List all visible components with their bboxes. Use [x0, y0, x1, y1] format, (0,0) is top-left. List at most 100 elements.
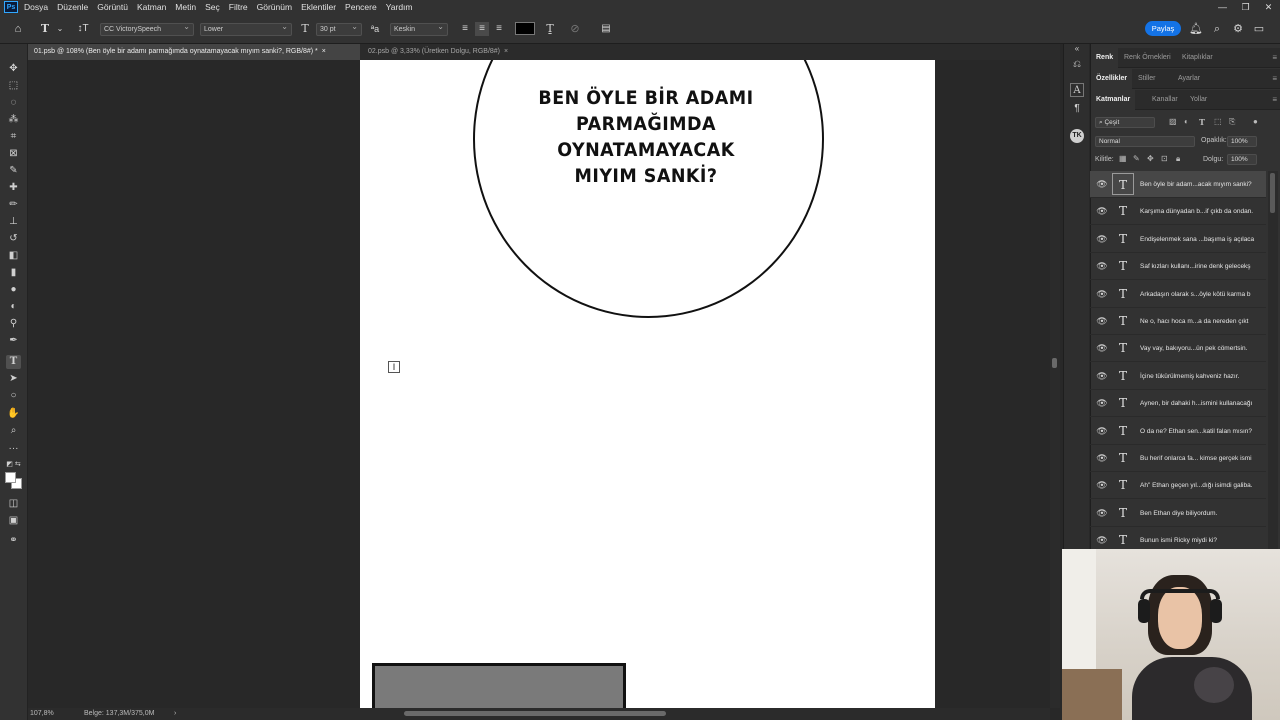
screen-mode-icon[interactable]: ▣ — [6, 514, 21, 528]
menu-goruntu[interactable]: Görüntü — [97, 2, 128, 12]
filter-toggle-icon[interactable]: ● — [1253, 117, 1258, 126]
type-tool-icon[interactable]: T — [6, 355, 21, 369]
eye-icon[interactable]: 👁︎ — [1096, 205, 1108, 217]
filter-type-icon[interactable]: T — [1199, 117, 1205, 127]
gear-icon[interactable]: ⚙ — [1231, 22, 1245, 36]
layer-name[interactable]: Endişelenmek sana ...başıma iş açılaca — [1140, 226, 1264, 253]
chevron-down-icon[interactable]: ⌄ — [53, 22, 67, 36]
home-icon[interactable]: ⌂ — [11, 22, 25, 36]
layer-row[interactable]: 👁︎ T Karşıma dünyadan b...if çıkb da ondan… — [1090, 198, 1266, 226]
layer-name[interactable]: İçine tükürülmemiş kahveniz hazır. — [1140, 363, 1264, 390]
tab-ayarlar[interactable]: Ayarlar — [1173, 69, 1205, 89]
tab-katmanlar[interactable]: Katmanlar — [1091, 90, 1136, 110]
tab-document-02[interactable]: 02.psb @ 3,33% (Üretken Dolgu, RGB/8#) × — [362, 44, 514, 60]
layer-name[interactable]: Ben öyle bir adam...acak mıyım sanki? — [1140, 171, 1264, 198]
scroll-thumb[interactable] — [404, 711, 666, 716]
workspace-icon[interactable]: ▭ — [1252, 22, 1266, 36]
horizontal-scrollbar[interactable] — [188, 708, 1050, 720]
tab-renk-ornekleri[interactable]: Renk Örnekleri — [1119, 48, 1176, 68]
layer-name[interactable]: Ah" Ethan geçen yıl...dığı isimdi galiba… — [1140, 472, 1264, 499]
type-tool-preset-icon[interactable]: T — [38, 22, 52, 36]
layer-row[interactable]: 👁︎ T Vay vay, bakıyoru...ün pek cömertsin. — [1090, 335, 1266, 363]
tab-yollar[interactable]: Yollar — [1185, 90, 1212, 110]
restore-button[interactable]: ❐ — [1234, 0, 1257, 14]
menu-metin[interactable]: Metin — [175, 2, 196, 12]
tab-ozellikler[interactable]: Özellikler — [1091, 69, 1133, 89]
opacity-input[interactable]: 100% — [1227, 136, 1257, 147]
menu-sec[interactable]: Seç — [205, 2, 220, 12]
hand-tool-icon[interactable]: ✋ — [6, 407, 21, 421]
blur-tool-icon[interactable]: ● — [6, 283, 21, 297]
zoom-level[interactable]: 107,8% — [30, 708, 54, 720]
menu-pencere[interactable]: Pencere — [345, 2, 377, 12]
move-tool-icon[interactable]: ✥ — [6, 62, 21, 76]
frame-tool-icon[interactable]: ⊠ — [6, 147, 21, 161]
more-tools-icon[interactable]: ··· — [6, 442, 21, 456]
layer-name[interactable]: Ben Ethan diye biliyordum. — [1140, 500, 1264, 527]
magic-wand-tool-icon[interactable]: ⁂ — [6, 113, 21, 127]
default-colors-icon[interactable]: ◩ ⇆ — [6, 458, 21, 472]
path-selection-tool-icon[interactable]: ➤ — [6, 372, 21, 386]
character-icon[interactable]: A — [1070, 83, 1084, 97]
layer-row[interactable]: 👁︎ T Aynen, bir dahaki h...ismini kullanac… — [1090, 390, 1266, 418]
layer-row[interactable]: 👁︎ T Ben Ethan diye biliyordum. — [1090, 500, 1266, 527]
foreground-color-swatch[interactable] — [5, 472, 16, 483]
panel-menu-icon[interactable]: ≡ — [1272, 69, 1277, 89]
cancel-edit-icon[interactable]: ⊘ — [568, 22, 582, 36]
plugin-icon[interactable]: TK — [1070, 129, 1084, 143]
document-page[interactable]: BEN ÖYLE BİR ADAMI PARMAĞIMDA OYNATAMAYA… — [360, 60, 935, 708]
layer-name[interactable]: Karşıma dünyadan b...if çıkb da ondan. — [1140, 198, 1264, 225]
fill-input[interactable]: 100% — [1227, 154, 1257, 165]
vertical-scrollbar[interactable] — [1050, 60, 1060, 708]
filter-smart-object-icon[interactable]: ⎘ — [1229, 117, 1235, 127]
layer-name[interactable]: O da ne? Ethan sen...katil falan mısın? — [1140, 418, 1264, 445]
eye-icon[interactable]: 👁︎ — [1096, 342, 1108, 354]
tab-kanallar[interactable]: Kanallar — [1147, 90, 1183, 110]
ellipse-tool-icon[interactable]: ○ — [6, 389, 21, 403]
layer-filter-select[interactable]: ⌕ Çeşit — [1095, 117, 1155, 128]
eraser-tool-icon[interactable]: ◧ — [6, 249, 21, 263]
font-family-select[interactable]: CC VictorySpeech — [100, 22, 194, 36]
layer-row[interactable]: 👁︎ T Endişelenmek sana ...başıma iş açılac… — [1090, 226, 1266, 253]
lock-artboard-icon[interactable]: ⊡ — [1161, 154, 1168, 163]
antialias-select[interactable]: Keskin — [390, 22, 448, 36]
menu-gorunum[interactable]: Görünüm — [257, 2, 292, 12]
close-icon[interactable]: × — [322, 48, 326, 55]
layer-row[interactable]: 👁︎ T Ah" Ethan geçen yıl...dığı isimdi gal… — [1090, 472, 1266, 500]
edit-toolbar-icon[interactable]: ⚭ — [6, 534, 21, 548]
tab-kitapliklar[interactable]: Kitaplıklar — [1177, 48, 1218, 68]
lasso-tool-icon[interactable]: ◌ — [6, 96, 21, 110]
layer-name[interactable]: Aynen, bir dahaki h...ismini kullanacağı — [1140, 390, 1264, 417]
layers-scrollbar[interactable] — [1268, 171, 1278, 549]
tab-renk[interactable]: Renk — [1091, 48, 1119, 68]
layer-row[interactable]: 👁︎ T Bu herif onlarca fa... kimse gerçek i… — [1090, 445, 1266, 472]
align-right-icon[interactable]: ≡ — [492, 22, 506, 36]
blend-mode-select[interactable]: Normal — [1095, 136, 1195, 147]
quick-mask-icon[interactable]: ◫ — [6, 497, 21, 511]
filter-shape-icon[interactable]: ⬚ — [1214, 117, 1222, 126]
brush-tool-icon[interactable]: ✏ — [6, 198, 21, 212]
lock-transparency-icon[interactable]: ▦ — [1119, 154, 1127, 163]
text-color-swatch[interactable] — [515, 22, 535, 35]
eye-icon[interactable]: 👁︎ — [1096, 479, 1108, 491]
tab-document-01[interactable]: 01.psb @ 108% (Ben öyle bir adamı parmağ… — [28, 44, 360, 60]
eye-icon[interactable]: 👁︎ — [1096, 534, 1108, 546]
minimize-button[interactable]: — — [1211, 0, 1234, 14]
filter-pixel-icon[interactable]: ▨ — [1169, 117, 1177, 126]
scroll-thumb[interactable] — [1052, 358, 1057, 368]
eye-icon[interactable]: 👁︎ — [1096, 397, 1108, 409]
menu-katman[interactable]: Katman — [137, 2, 166, 12]
tab-stiller[interactable]: Stiller — [1133, 69, 1161, 89]
eye-icon[interactable]: 👁︎ — [1096, 260, 1108, 272]
layer-row[interactable]: 👁︎ T Bunun ismi Ricky miydi ki? — [1090, 527, 1266, 549]
menu-filtre[interactable]: Filtre — [229, 2, 248, 12]
layer-name[interactable]: Vay vay, bakıyoru...ün pek cömertsin. — [1140, 335, 1264, 362]
layer-row[interactable]: 👁︎ T Saf kızları kullanı...irine denk gele… — [1090, 253, 1266, 281]
layer-name[interactable]: Bunun ismi Ricky miydi ki? — [1140, 527, 1264, 549]
scroll-thumb[interactable] — [1270, 173, 1275, 213]
gradient-tool-icon[interactable]: ▮ — [6, 266, 21, 280]
lock-all-icon[interactable]: 🔒︎ — [1176, 154, 1180, 164]
search-icon[interactable]: ⌕ — [1210, 22, 1224, 36]
filter-adjustment-icon[interactable]: ◐ — [1184, 117, 1189, 126]
close-icon[interactable]: × — [504, 48, 508, 55]
